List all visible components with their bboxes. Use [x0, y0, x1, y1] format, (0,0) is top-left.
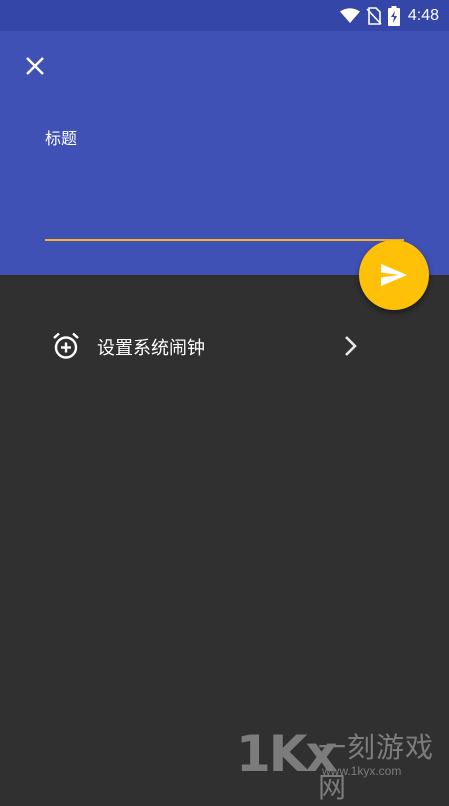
send-button[interactable] [359, 240, 429, 310]
set-system-alarm-label: 设置系统闹钟 [97, 338, 205, 359]
watermark: 1Kx 一刻游戏网 www.1kyx.com [236, 722, 448, 804]
title-header: 标题 [0, 31, 449, 275]
send-icon [381, 264, 407, 286]
wifi-icon [339, 7, 360, 24]
watermark-url: www.1kyx.com [322, 764, 402, 778]
set-system-alarm-row[interactable]: 设置系统闹钟 [0, 318, 449, 374]
no-sim-icon [366, 6, 382, 25]
title-input[interactable] [45, 181, 404, 241]
chevron-right-icon [345, 336, 357, 356]
add-alarm-icon [53, 332, 79, 359]
title-label: 标题 [45, 129, 78, 148]
status-time: 4:48 [407, 6, 439, 24]
close-icon [26, 57, 44, 75]
close-button[interactable] [20, 51, 50, 81]
battery-charging-icon [387, 5, 400, 26]
status-bar: 4:48 [0, 0, 449, 31]
